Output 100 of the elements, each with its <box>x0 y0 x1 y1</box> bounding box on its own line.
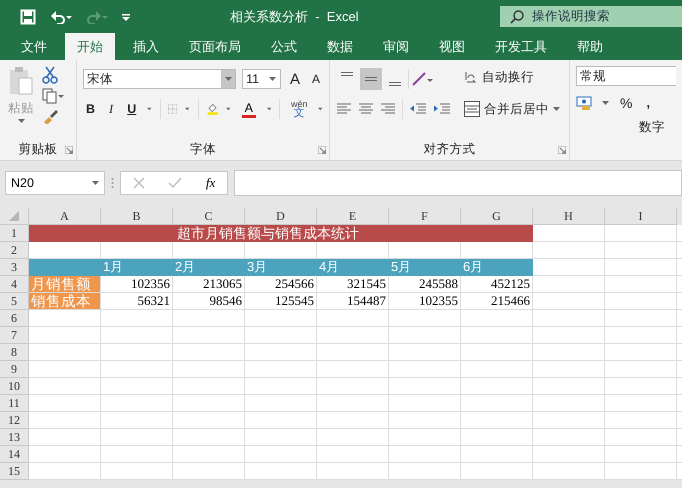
caret-icon <box>92 181 99 185</box>
group-label: 数字 <box>638 119 665 136</box>
name-box[interactable]: N20 <box>5 171 105 195</box>
column-header[interactable]: B <box>101 208 173 225</box>
align-lines-icon <box>365 77 377 81</box>
table-cell: 5月 <box>389 259 461 276</box>
phonetic-button[interactable]: wén 文 <box>288 100 310 118</box>
copy-icon[interactable] <box>42 88 64 104</box>
row-header[interactable]: 1 <box>0 225 29 242</box>
merge-center-button[interactable]: 合并后居中 <box>461 98 563 120</box>
row-header[interactable]: 9 <box>0 361 29 378</box>
row-header[interactable]: 3 <box>0 259 29 276</box>
wrap-text-button[interactable]: 自动换行 <box>461 66 563 88</box>
table-cell: 1月 <box>101 259 173 276</box>
row-header[interactable]: 11 <box>0 395 29 412</box>
column-header[interactable]: C <box>173 208 245 225</box>
group-label: 剪贴板 <box>18 141 58 158</box>
row-header[interactable]: 2 <box>0 242 29 259</box>
row-header[interactable]: 6 <box>0 310 29 327</box>
number-format-field[interactable]: 常规 <box>576 66 676 86</box>
align-left-icon[interactable] <box>336 103 352 115</box>
undo-icon[interactable] <box>50 10 72 24</box>
caret-icon <box>224 77 232 81</box>
group-label: 字体 <box>189 141 217 158</box>
table-cell: 215466 <box>461 293 533 310</box>
caret-icon <box>147 107 152 111</box>
ribbon-tab[interactable]: 页面布局 <box>177 33 253 60</box>
ribbon-tab[interactable]: 审阅 <box>371 33 421 60</box>
orientation-icon[interactable] <box>411 71 433 87</box>
decrease-indent-icon[interactable] <box>409 103 427 115</box>
save-icon[interactable] <box>20 8 36 24</box>
align-lines-icon <box>389 82 401 86</box>
row-header[interactable]: 10 <box>0 378 29 395</box>
caret-icon <box>185 107 190 111</box>
ribbon-tab[interactable]: 帮助 <box>565 33 615 60</box>
percent-button[interactable]: % <box>617 92 636 114</box>
scissors-icon[interactable] <box>42 66 58 84</box>
column-header[interactable]: G <box>461 208 533 225</box>
ribbon-tab[interactable]: 开始 <box>65 33 115 60</box>
column-header[interactable]: A <box>29 208 101 225</box>
table-cell: 56321 <box>101 293 173 310</box>
row-header[interactable]: 8 <box>0 344 29 361</box>
vertical-align-button[interactable] <box>360 68 382 90</box>
align-center-icon[interactable] <box>358 103 374 115</box>
bold-button[interactable]: B <box>83 98 98 120</box>
search-field[interactable]: 操作说明搜索 <box>500 6 682 27</box>
shrink-font-button[interactable]: A <box>308 68 323 90</box>
row-header[interactable]: 4 <box>0 276 29 293</box>
ribbon-tab[interactable]: 公式 <box>259 33 309 60</box>
dialog-launcher-icon[interactable] <box>65 146 73 154</box>
check-icon[interactable] <box>168 177 182 189</box>
increase-indent-icon[interactable] <box>433 103 451 115</box>
currency-icon[interactable] <box>576 95 594 111</box>
table-cell: 2月 <box>173 259 245 276</box>
ribbon-tab[interactable]: 数据 <box>315 33 365 60</box>
row-header[interactable]: 5 <box>0 293 29 310</box>
row-header[interactable]: 13 <box>0 429 29 446</box>
column-header[interactable]: F <box>389 208 461 225</box>
table-cell: 102355 <box>389 293 461 310</box>
caret-icon <box>18 119 24 123</box>
ribbon-tab[interactable]: 插入 <box>121 33 171 60</box>
table-cell: 4月 <box>317 259 389 276</box>
row-header[interactable]: 7 <box>0 327 29 344</box>
brush-icon[interactable] <box>42 108 58 124</box>
align-lines-icon <box>341 72 353 76</box>
caret-icon <box>269 77 276 81</box>
caret-icon <box>266 107 272 111</box>
table-cell: 321545 <box>317 276 389 293</box>
column-header[interactable]: E <box>317 208 389 225</box>
ribbon-tab[interactable]: 视图 <box>427 33 477 60</box>
font-size-field[interactable]: 11 <box>242 69 281 89</box>
font-color-button[interactable]: A <box>238 100 259 118</box>
table-cell: 125545 <box>245 293 317 310</box>
table-cell: 245588 <box>389 276 461 293</box>
row-header[interactable]: 12 <box>0 412 29 429</box>
column-header[interactable]: H <box>533 208 605 225</box>
borders-icon[interactable] <box>168 102 178 116</box>
caret-icon <box>226 107 231 111</box>
underline-button[interactable]: U <box>124 98 140 120</box>
column-header[interactable]: I <box>605 208 677 225</box>
column-header[interactable]: D <box>245 208 317 225</box>
row-header[interactable]: 14 <box>0 446 29 463</box>
ribbon-tab[interactable]: 开发工具 <box>483 33 559 60</box>
italic-button[interactable]: I <box>106 98 116 120</box>
font-name-field[interactable]: 宋体 <box>83 69 236 89</box>
customize-caret-icon[interactable] <box>122 12 130 20</box>
dialog-launcher-icon[interactable] <box>558 146 566 154</box>
ribbon-tab[interactable]: 文件 <box>9 33 59 60</box>
table-title: 超市月销售额与销售成本统计 <box>177 225 359 242</box>
comma-button[interactable]: , <box>643 92 653 114</box>
formula-input[interactable] <box>234 170 682 196</box>
insert-function-button[interactable]: fx <box>206 175 216 191</box>
caret-icon <box>318 107 324 111</box>
row-header[interactable]: 15 <box>0 463 29 480</box>
dialog-launcher-icon[interactable] <box>318 146 326 154</box>
grow-font-button[interactable]: A <box>286 68 303 90</box>
caret-icon <box>553 107 560 111</box>
table-cell: 月销售额 <box>29 276 101 293</box>
caret-icon <box>602 101 609 105</box>
align-right-icon[interactable] <box>380 103 396 115</box>
